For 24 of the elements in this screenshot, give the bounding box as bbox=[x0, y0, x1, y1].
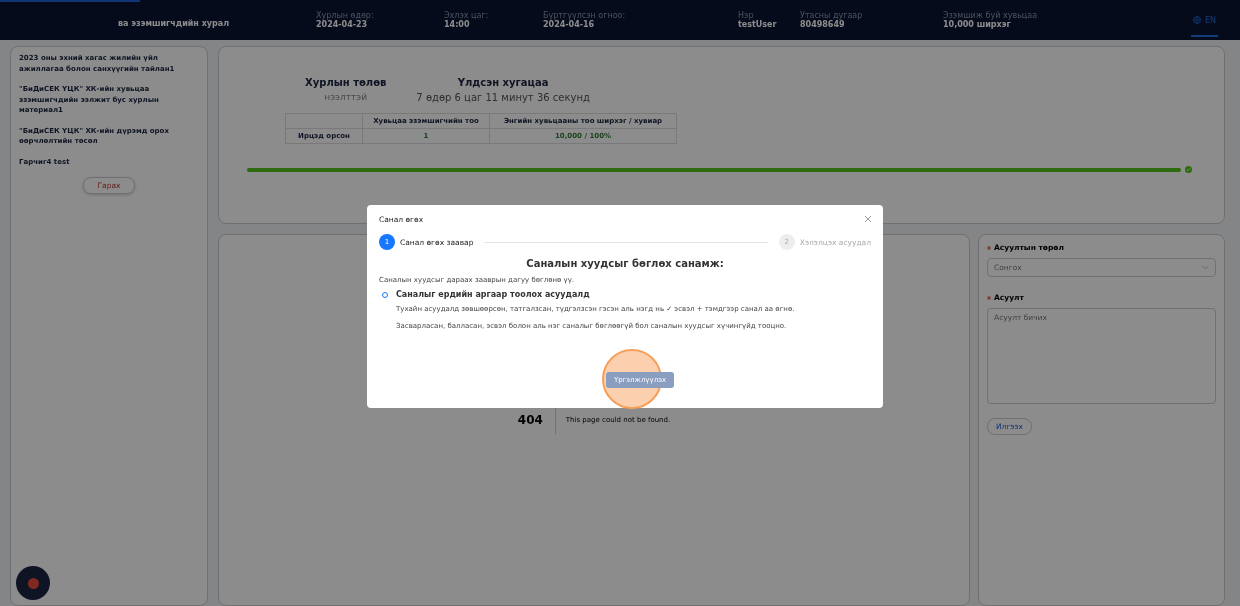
chevron-down-icon bbox=[1202, 265, 1209, 270]
info-value: 2024-04-16 bbox=[543, 20, 595, 29]
info-label: Эхлэх цаг: bbox=[444, 11, 489, 20]
info-value: testUser bbox=[738, 20, 777, 29]
dialog-heading: Саналын хуудсыг бөглөх санамж: bbox=[525, 258, 725, 269]
info-value: 2024-04-23 bbox=[316, 20, 368, 29]
info-value: 10,000 ширхэг bbox=[943, 20, 1011, 29]
language-switch[interactable]: EN bbox=[1190, 3, 1218, 37]
globe-icon bbox=[1192, 16, 1201, 24]
info-value: 14:00 bbox=[444, 20, 470, 29]
status-value: нээлттэй bbox=[324, 92, 368, 102]
info-label: Эзэмшиж буй хувьцаа bbox=[943, 11, 1038, 20]
info-label: Нэр bbox=[738, 11, 754, 20]
remaining-value: 7 өдөр 6 цаг 11 минут 36 секунд bbox=[416, 92, 590, 103]
info-label: Бүртгүүлсэн огноо: bbox=[543, 11, 626, 20]
meeting-title: ва эзэмшигчдийн хурал bbox=[118, 18, 230, 28]
check-circle-icon bbox=[1185, 166, 1192, 173]
remaining-heading: Үлдсэн хугацаа bbox=[457, 77, 549, 88]
info-label: Хурлын өдөр: bbox=[316, 11, 374, 20]
status-heading: Хурлын төлөв bbox=[305, 77, 387, 88]
instruction-heading: Саналыг ердийн аргаар тоолох асуудалд bbox=[396, 290, 590, 299]
info-label: Утасны дугаар bbox=[800, 11, 863, 20]
info-value: 80498649 bbox=[800, 20, 845, 29]
close-icon[interactable] bbox=[864, 215, 872, 223]
